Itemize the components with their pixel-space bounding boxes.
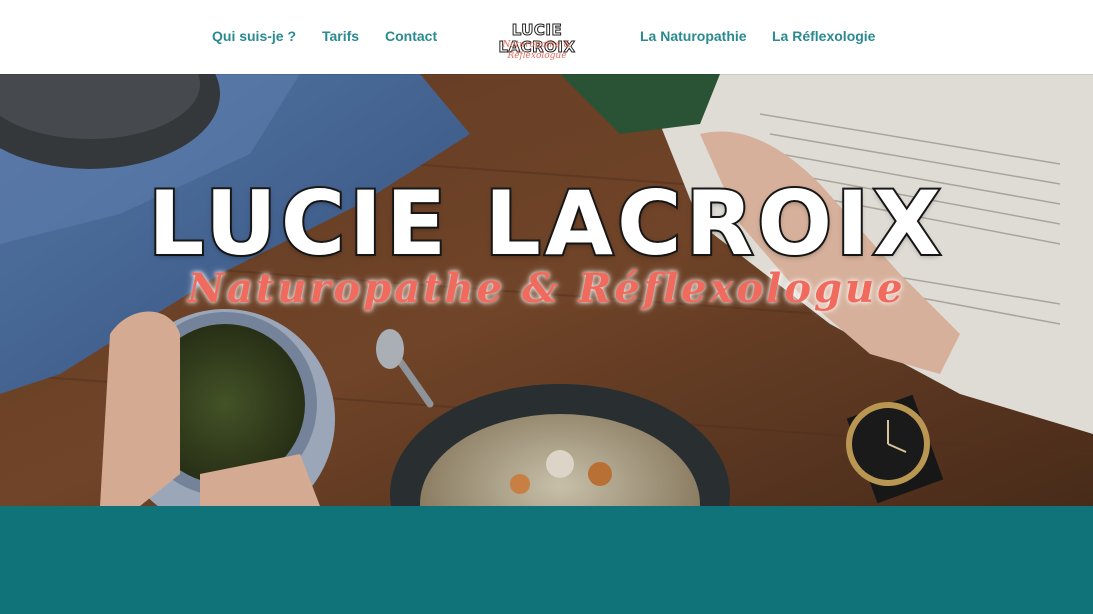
hero-title: LUCIE LACROIX	[146, 172, 945, 275]
hero-banner: LUCIE LACROIX Naturopathe & Réflexologue	[0, 74, 1093, 506]
site-logo[interactable]: LUCIE LACROIX Naturopathe & Réflexologue	[478, 21, 596, 61]
hero-subtitle: Naturopathe & Réflexologue	[187, 265, 906, 312]
site-header: Qui suis-je ? Tarifs Contact LUCIE LACRO…	[0, 0, 1093, 74]
nav-link-qui-suis-je[interactable]: Qui suis-je ?	[212, 27, 296, 45]
nav-link-tarifs[interactable]: Tarifs	[322, 27, 359, 45]
nav-link-contact[interactable]: Contact	[385, 27, 437, 45]
logo-subtitle: Naturopathe & Réflexologue	[502, 40, 572, 61]
teal-section	[0, 506, 1093, 614]
nav-link-reflexologie[interactable]: La Réflexologie	[772, 27, 875, 45]
nav-link-naturopathie[interactable]: La Naturopathie	[640, 27, 747, 45]
